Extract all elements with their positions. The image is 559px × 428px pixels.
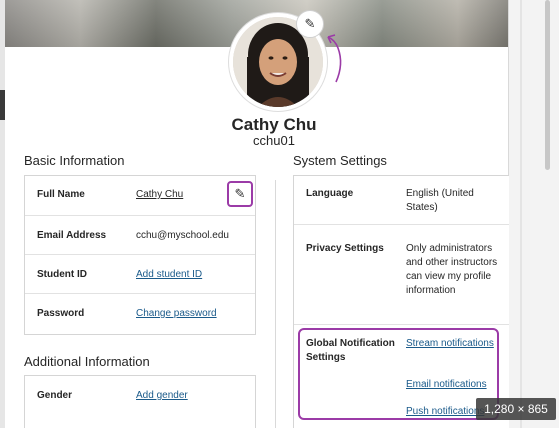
email-row: Email Address cchu@myschool.edu: [25, 215, 255, 255]
privacy-value: Only administrators and other instructor…: [406, 243, 498, 296]
gender-label: Gender: [37, 390, 73, 401]
language-label: Language: [306, 188, 354, 199]
notifications-highlight: [298, 328, 499, 420]
basic-info-panel: Full Name Cathy Chu Email Address cchu@m…: [24, 175, 256, 335]
pencil-icon: ✎: [304, 16, 316, 31]
basic-info-title: Basic Information: [24, 153, 125, 168]
add-student-id-link[interactable]: Add student ID: [136, 268, 202, 282]
profile-username: cchu01: [253, 133, 295, 148]
add-gender-link[interactable]: Add gender: [136, 389, 188, 403]
profile-name: Cathy Chu: [231, 115, 317, 134]
gender-row: Gender Add gender: [25, 376, 255, 416]
privacy-label: Privacy Settings: [306, 243, 384, 254]
system-settings-title: System Settings: [293, 153, 387, 168]
password-label: Password: [37, 308, 85, 319]
full-name-value[interactable]: Cathy Chu: [136, 188, 183, 202]
full-name-row: Full Name Cathy Chu: [25, 176, 255, 215]
edit-basic-info-button[interactable]: ✎: [227, 181, 253, 207]
change-password-link[interactable]: Change password: [136, 307, 217, 321]
privacy-row: Privacy Settings Only administrators and…: [294, 224, 509, 325]
language-row: Language English (United States): [294, 176, 509, 224]
profile-page: ✎ Cathy Chu cchu01 Basic Information Ful…: [0, 0, 559, 428]
image-size-badge: 1,280 × 865: [476, 398, 556, 420]
additional-info-title: Additional Information: [24, 354, 150, 369]
annotation-arrow: [327, 34, 342, 83]
full-name-label: Full Name: [37, 189, 85, 200]
student-id-row: Student ID Add student ID: [25, 254, 255, 294]
language-value: English (United States): [406, 188, 474, 213]
column-divider: [275, 180, 276, 428]
email-value: cchu@myschool.edu: [136, 230, 229, 241]
left-edge: [0, 0, 5, 428]
email-label: Email Address: [37, 230, 107, 241]
student-id-label: Student ID: [37, 269, 87, 280]
pencil-icon: ✎: [234, 186, 246, 201]
additional-info-panel: Gender Add gender: [24, 375, 256, 428]
password-row: Password Change password: [25, 293, 255, 334]
scroll-track: [520, 0, 522, 428]
side-gutter: [508, 0, 559, 428]
